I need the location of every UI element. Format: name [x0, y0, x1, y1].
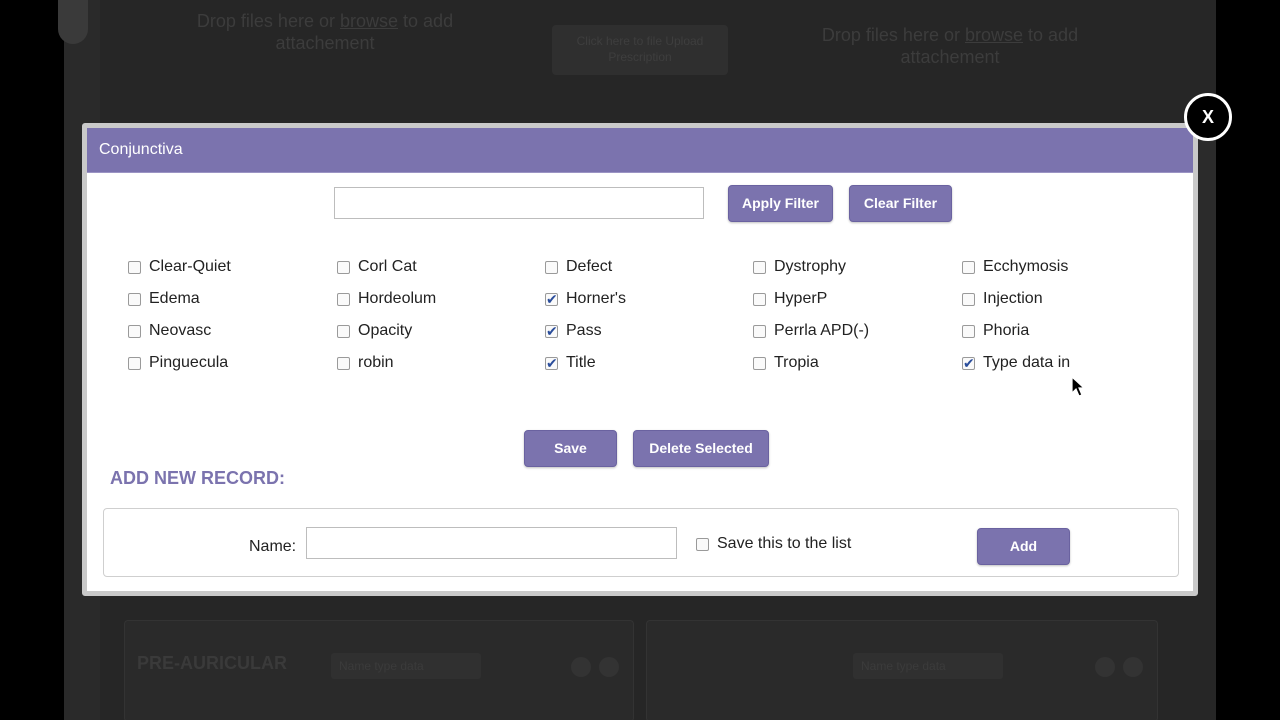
option-label: Opacity: [358, 322, 413, 339]
option-checkbox[interactable]: [962, 353, 975, 375]
save-to-list-label: Save this to the list: [717, 535, 852, 552]
option-label: Edema: [149, 290, 200, 307]
option-hyperp[interactable]: HyperP: [753, 288, 827, 310]
option-checkbox[interactable]: [753, 356, 766, 370]
background-panel-field: Name type data: [331, 653, 481, 679]
option-label: Dystrophy: [774, 258, 847, 275]
screen: Drop files here or browse to add attache…: [0, 0, 1280, 720]
dropzone-browse-link: browse: [339, 11, 399, 31]
mouse-cursor-icon: [1071, 376, 1086, 397]
dropzone-browse-link: browse: [964, 25, 1024, 45]
option-label: Neovasc: [149, 322, 212, 339]
option-hordeolum[interactable]: Hordeolum: [337, 288, 436, 310]
option-ecchymosis[interactable]: Ecchymosis: [962, 256, 1068, 278]
save-to-list-option[interactable]: Save this to the list: [696, 533, 851, 555]
option-horner-s[interactable]: Horner's: [545, 288, 626, 311]
option-checkbox[interactable]: [128, 260, 141, 274]
name-input[interactable]: [306, 527, 677, 559]
filter-input[interactable]: [334, 187, 704, 219]
edit-icon: [599, 657, 619, 677]
option-label: Phoria: [983, 322, 1030, 339]
option-checkbox[interactable]: [337, 260, 350, 274]
background-panel-left: PRE-AURICULAR Name type data: [124, 620, 634, 720]
option-clear-quiet[interactable]: Clear-Quiet: [128, 256, 231, 278]
option-label: Pinguecula: [149, 354, 229, 371]
option-label: Injection: [983, 290, 1043, 307]
option-perrla-apd[interactable]: Perrla APD(-): [753, 320, 869, 342]
option-checkbox[interactable]: [753, 292, 766, 306]
option-checkbox[interactable]: [753, 260, 766, 274]
option-checkbox[interactable]: [337, 324, 350, 338]
dialog-header: Conjunctiva: [87, 128, 1193, 173]
add-icon: [1095, 657, 1115, 677]
option-phoria[interactable]: Phoria: [962, 320, 1029, 342]
option-checkbox[interactable]: [128, 292, 141, 306]
option-checkbox[interactable]: [545, 260, 558, 274]
option-checkbox[interactable]: [962, 292, 975, 306]
option-checkbox[interactable]: [545, 289, 558, 311]
option-injection[interactable]: Injection: [962, 288, 1043, 310]
background-panel-field: Name type data: [853, 653, 1003, 679]
apply-filter-button[interactable]: Apply Filter: [728, 185, 833, 222]
dialog-title: Conjunctiva: [99, 141, 183, 158]
option-label: Pass: [566, 322, 602, 339]
option-edema[interactable]: Edema: [128, 288, 200, 310]
option-label: Hordeolum: [358, 290, 437, 307]
add-button[interactable]: Add: [977, 528, 1070, 565]
close-icon: X: [1201, 107, 1214, 127]
option-checkbox[interactable]: [545, 321, 558, 343]
background-upload-button: Click here to file Upload Prescription: [552, 25, 728, 75]
option-checkbox[interactable]: [753, 324, 766, 338]
option-opacity[interactable]: Opacity: [337, 320, 412, 342]
option-checkbox[interactable]: [337, 292, 350, 306]
add-record-title: ADD NEW RECORD:: [110, 468, 285, 488]
add-icon: [571, 657, 591, 677]
conjunctiva-dialog: Conjunctiva Apply Filter Clear Filter Cl…: [82, 123, 1198, 596]
option-label: Horner's: [566, 290, 626, 307]
option-label: Type data in: [983, 354, 1071, 371]
option-label: Clear-Quiet: [149, 258, 231, 275]
option-pass[interactable]: Pass: [545, 320, 602, 343]
option-label: Title: [566, 354, 596, 371]
option-robin[interactable]: robin: [337, 352, 394, 374]
dropzone-text: Drop files here or: [821, 25, 960, 45]
option-checkbox[interactable]: [545, 353, 558, 375]
option-checkbox[interactable]: [128, 356, 141, 370]
save-to-list-checkbox[interactable]: [696, 537, 709, 551]
option-pinguecula[interactable]: Pinguecula: [128, 352, 228, 374]
background-panel-right: Name type data: [646, 620, 1158, 720]
option-corl-cat[interactable]: Corl Cat: [337, 256, 417, 278]
background-nav-button: [58, 0, 88, 44]
clear-filter-button[interactable]: Clear Filter: [849, 185, 952, 222]
background-right-strip: [1198, 140, 1216, 440]
option-checkbox[interactable]: [962, 324, 975, 338]
option-type-data-in[interactable]: Type data in: [962, 352, 1071, 375]
option-label: Tropia: [774, 354, 819, 371]
option-checkbox[interactable]: [337, 356, 350, 370]
option-tropia[interactable]: Tropia: [753, 352, 819, 374]
background-panel-title: PRE-AURICULAR: [137, 653, 287, 673]
option-defect[interactable]: Defect: [545, 256, 612, 278]
background-dropzone-2: Drop files here or browse to add attache…: [800, 24, 1100, 68]
save-button[interactable]: Save: [524, 430, 617, 467]
option-title[interactable]: Title: [545, 352, 596, 375]
option-label: Ecchymosis: [983, 258, 1069, 275]
option-neovasc[interactable]: Neovasc: [128, 320, 211, 342]
option-label: robin: [358, 354, 394, 371]
delete-selected-button[interactable]: Delete Selected: [633, 430, 769, 467]
option-checkbox[interactable]: [962, 260, 975, 274]
option-dystrophy[interactable]: Dystrophy: [753, 256, 846, 278]
close-dialog-button[interactable]: X: [1184, 93, 1232, 141]
option-label: HyperP: [774, 290, 828, 307]
option-label: Perrla APD(-): [774, 322, 870, 339]
name-label: Name:: [249, 538, 297, 555]
option-label: Defect: [566, 258, 613, 275]
background-dropzone-1: Drop files here or browse to add attache…: [170, 10, 480, 54]
edit-icon: [1123, 657, 1143, 677]
option-checkbox[interactable]: [128, 324, 141, 338]
dropzone-text: Drop files here or: [196, 11, 335, 31]
option-label: Corl Cat: [358, 258, 417, 275]
